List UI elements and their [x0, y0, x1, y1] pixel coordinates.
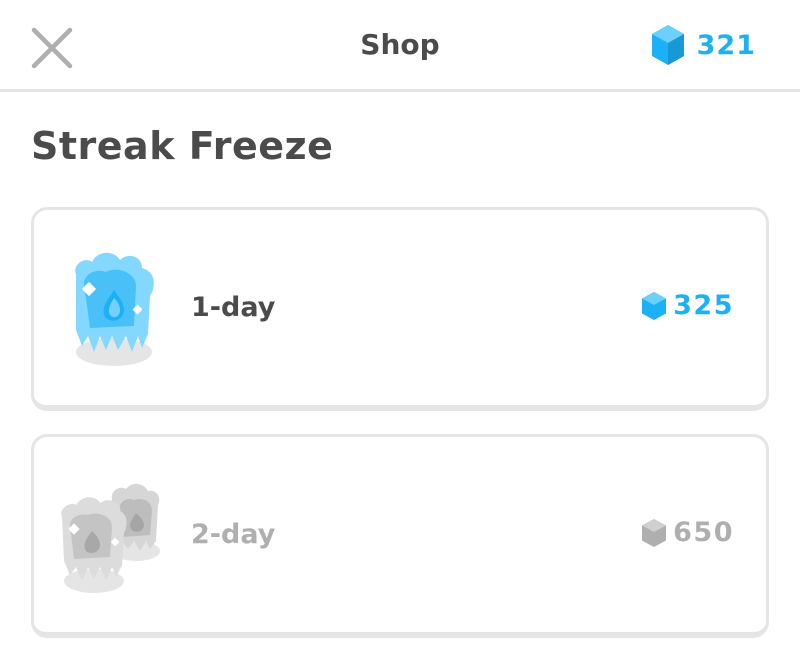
- double-streak-freeze-icon: [56, 477, 166, 597]
- gem-icon: [642, 291, 667, 320]
- item-price: 325: [641, 290, 734, 321]
- top-bar: Shop 321: [0, 0, 800, 92]
- item-price-value: 325: [673, 290, 734, 321]
- shop-item-1-day[interactable]: 1-day 325: [31, 207, 769, 411]
- gem-icon: [642, 518, 667, 547]
- item-price-value: 650: [673, 517, 734, 548]
- item-label: 2-day: [191, 519, 276, 550]
- streak-freeze-icon: [62, 244, 162, 374]
- shop-item-2-day[interactable]: 2-day 650: [31, 434, 769, 638]
- gem-icon: [651, 25, 684, 65]
- item-label: 1-day: [191, 292, 276, 323]
- gem-balance[interactable]: 321: [649, 22, 756, 68]
- gem-count: 321: [696, 29, 756, 61]
- item-price: 650: [641, 517, 734, 548]
- section-title: Streak Freeze: [31, 124, 334, 168]
